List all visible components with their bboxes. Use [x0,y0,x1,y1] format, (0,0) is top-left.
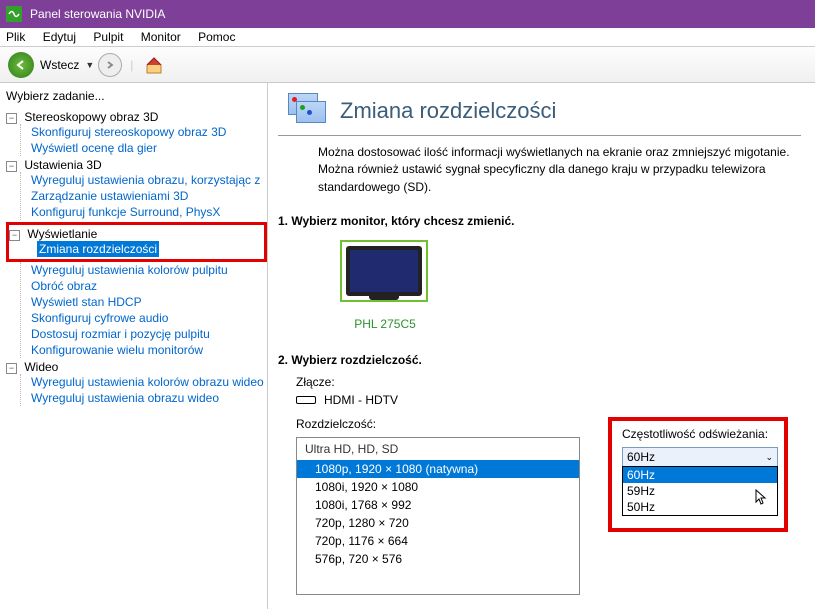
tree-item-change-resolution[interactable]: Zmiana rozdzielczości [37,241,159,257]
nvidia-icon [6,6,22,22]
step2-heading: 2. Wybierz rozdzielczość. [278,353,801,367]
page-title: Zmiana rozdzielczości [340,98,556,124]
page-description: Można dostosować ilość informacji wyświe… [318,144,801,196]
highlight-annotation: − Wyświetlanie Zmiana rozdzielczości [6,222,267,262]
collapse-icon[interactable]: − [9,230,20,241]
window-title: Panel sterowania NVIDIA [30,7,165,21]
home-button[interactable] [143,54,165,76]
resolution-item[interactable]: 1080i, 1768 × 992 [297,496,579,514]
collapse-icon[interactable]: − [6,161,17,172]
resolution-item[interactable]: 720p, 1176 × 664 [297,532,579,550]
tree-item[interactable]: Skonfiguruj cyfrowe audio [29,310,267,326]
refresh-rate-dropdown[interactable]: 60Hz ⌄ [622,447,778,467]
resolution-item[interactable]: 576p, 720 × 576 [297,550,579,568]
tree-item[interactable]: Wyświetl stan HDCP [29,294,267,310]
resolution-item[interactable]: 1080i, 1920 × 1080 [297,478,579,496]
monitor-name: PHL 275C5 [340,317,430,331]
toolbar: Wstecz ▼ | [0,47,815,83]
monitor-icon [346,246,422,296]
resolution-item[interactable]: 1080p, 1920 × 1080 (natywna) [297,460,579,478]
collapse-icon[interactable]: − [6,113,17,124]
menu-bar: Plik Edytuj Pulpit Monitor Pomoc [0,28,815,47]
content-pane: Zmiana rozdzielczości Można dostosować i… [268,83,815,609]
back-dropdown-icon[interactable]: ▼ [85,60,94,70]
resolution-listbox[interactable]: Ultra HD, HD, SD 1080p, 1920 × 1080 (nat… [296,437,580,595]
tree-item[interactable]: Wyświetl ocenę dla gier [29,140,267,156]
chevron-down-icon: ⌄ [765,452,773,463]
tree-item[interactable]: Wyreguluj ustawienia kolorów pulpitu [29,262,267,278]
task-tree: − Stereoskopowy obraz 3D Skonfiguruj ste… [0,109,267,407]
step1-heading: 1. Wybierz monitor, który chcesz zmienić… [278,214,801,228]
refresh-rate-value: 60Hz [627,450,655,464]
refresh-option[interactable]: 60Hz [623,467,777,483]
menu-monitor[interactable]: Monitor [141,30,181,44]
tree-item[interactable]: Obróć obraz [29,278,267,294]
tree-item[interactable]: Wyreguluj ustawienia kolorów obrazu wide… [29,374,267,390]
resolution-group: Ultra HD, HD, SD [297,438,579,460]
tree-item[interactable]: Skonfiguruj stereoskopowy obraz 3D [29,124,267,140]
toolbar-separator: | [130,58,133,72]
tree-group-stereo[interactable]: Stereoskopowy obraz 3D [24,110,158,124]
refresh-option[interactable]: 59Hz [623,483,777,499]
connector-value: HDMI - HDTV [324,393,398,407]
tree-item[interactable]: Konfiguruj funkcje Surround, PhysX [29,204,267,220]
page-header: Zmiana rozdzielczości [278,93,801,136]
collapse-icon[interactable]: − [6,363,17,374]
tree-item[interactable]: Zarządzanie ustawieniami 3D [29,188,267,204]
forward-button[interactable] [98,53,122,77]
tree-group-display[interactable]: Wyświetlanie [27,227,97,241]
hdmi-icon [296,396,316,404]
refresh-rate-label: Częstotliwość odświeżania: [622,427,774,441]
tree-item[interactable]: Dostosuj rozmiar i pozycję pulpitu [29,326,267,342]
tree-item[interactable]: Konfigurowanie wielu monitorów [29,342,267,358]
back-button[interactable] [8,52,34,78]
menu-edit[interactable]: Edytuj [43,30,76,44]
refresh-rate-options[interactable]: 60Hz 59Hz 50Hz [622,466,778,516]
menu-help[interactable]: Pomoc [198,30,235,44]
cursor-icon [755,489,769,510]
title-bar: Panel sterowania NVIDIA [0,0,815,28]
sidebar-header: Wybierz zadanie... [0,87,267,109]
tree-item[interactable]: Wyreguluj ustawienia obrazu, korzystając… [29,172,267,188]
monitor-selection[interactable] [340,240,428,302]
back-label: Wstecz [40,58,79,72]
dual-monitor-icon [288,93,330,129]
resolution-label: Rozdzielczość: [296,417,580,431]
tree-group-video[interactable]: Wideo [24,360,58,374]
sidebar: Wybierz zadanie... − Stereoskopowy obraz… [0,83,268,609]
resolution-item[interactable]: 720p, 1280 × 720 [297,514,579,532]
refresh-option[interactable]: 50Hz [623,499,777,515]
tree-item[interactable]: Wyreguluj ustawienia obrazu wideo [29,390,267,406]
tree-group-3d[interactable]: Ustawienia 3D [24,158,101,172]
highlight-annotation: Częstotliwość odświeżania: 60Hz ⌄ 60Hz 5… [608,417,788,532]
menu-file[interactable]: Plik [6,30,25,44]
connector-label: Złącze: [296,375,801,389]
menu-desktop[interactable]: Pulpit [93,30,123,44]
